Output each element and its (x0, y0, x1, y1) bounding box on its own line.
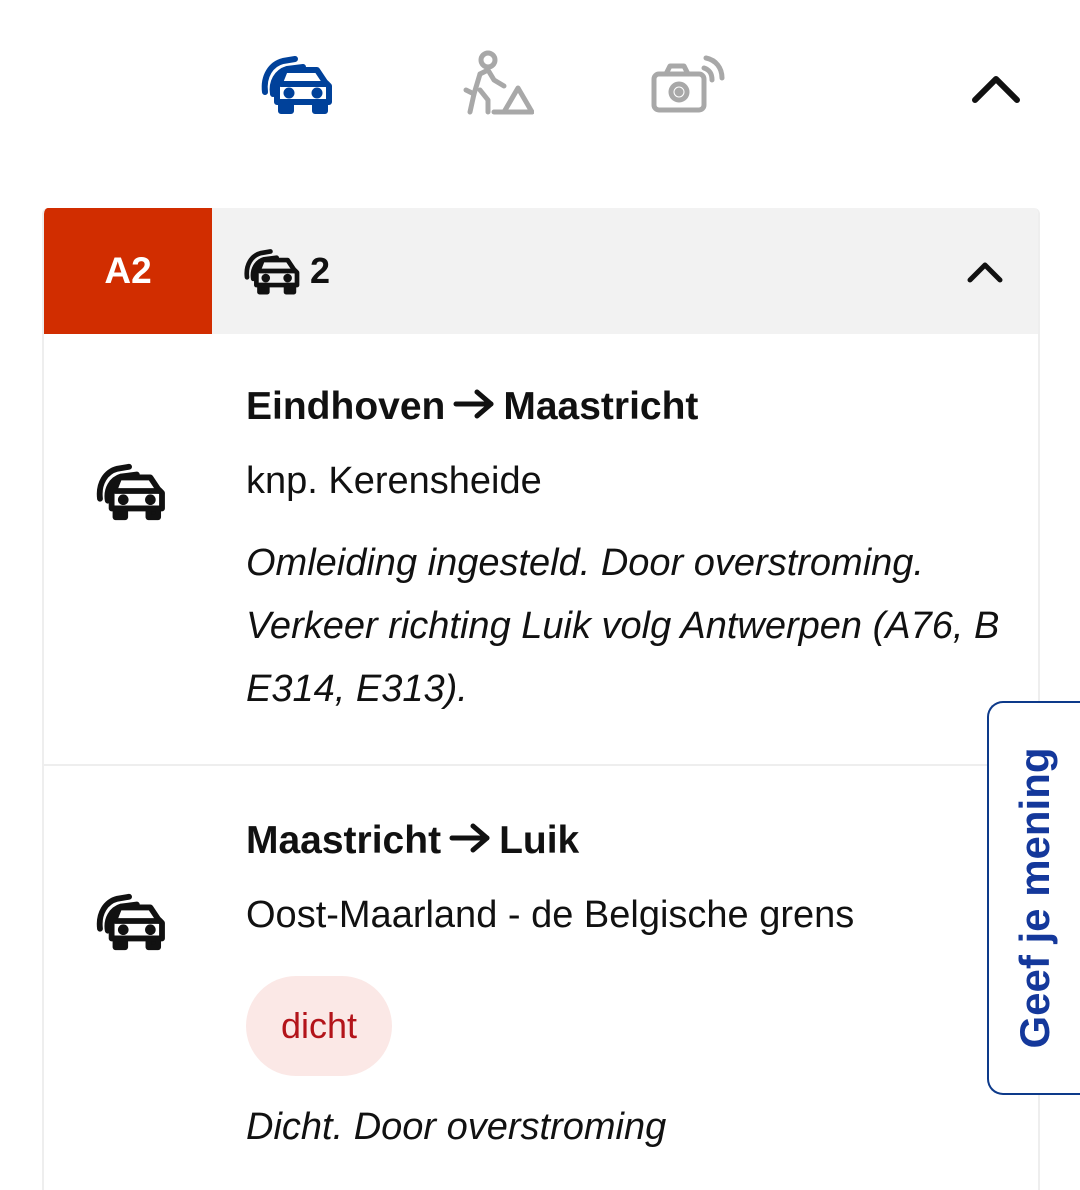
traffic-jam-icon (92, 460, 170, 522)
feedback-tab[interactable]: Geef je mening (987, 701, 1080, 1095)
collapse-all-button[interactable] (958, 56, 1034, 126)
event-route: Eindhoven Maastricht (246, 384, 698, 430)
filter-tab-roadworks[interactable] (451, 46, 541, 126)
traffic-jam-icon (92, 890, 170, 952)
road-badge: A2 (44, 208, 212, 334)
event-description: Dicht. Door overstroming (246, 1106, 667, 1148)
jam-count: 2 (310, 250, 331, 291)
event-route: Maastricht Luik (246, 818, 579, 864)
event-location: Oost-Maarland - de Belgische grens (246, 894, 855, 936)
route-from: Maastricht (246, 819, 442, 862)
traffic-jam-icon (242, 246, 302, 296)
chevron-up-icon[interactable] (960, 252, 1010, 292)
event-type-filter (0, 0, 1080, 180)
status-badge: dicht (246, 976, 392, 1076)
filter-tab-speed-cameras[interactable] (642, 46, 732, 126)
speed-camera-icon (648, 52, 726, 121)
feedback-label: Geef je mening (1011, 747, 1058, 1049)
roadworks-icon (458, 50, 535, 123)
route-to: Maastricht (503, 385, 699, 428)
traffic-event: Eindhoven Maastricht knp. Kerensheide Oml… (44, 334, 1038, 766)
traffic-event: Maastricht Luik Oost-Maarland - de Belgis… (44, 766, 1038, 1190)
event-location: knp. Kerensheide (246, 460, 542, 502)
event-description: Omleiding ingesteld. Door overstroming. … (246, 542, 1000, 710)
route-to: Luik (499, 819, 580, 862)
filter-tab-traffic-jams[interactable] (252, 46, 342, 126)
arrow-right-icon (449, 818, 491, 864)
road-header[interactable]: A2 2 (44, 208, 1038, 334)
arrow-right-icon (453, 384, 495, 430)
route-from: Eindhoven (246, 385, 446, 428)
traffic-jam-icon (259, 52, 335, 121)
road-card-a2: A2 2 Eindhoven Maastricht knp. Kerenshei… (42, 208, 1040, 1190)
chevron-up-icon (971, 74, 1021, 109)
